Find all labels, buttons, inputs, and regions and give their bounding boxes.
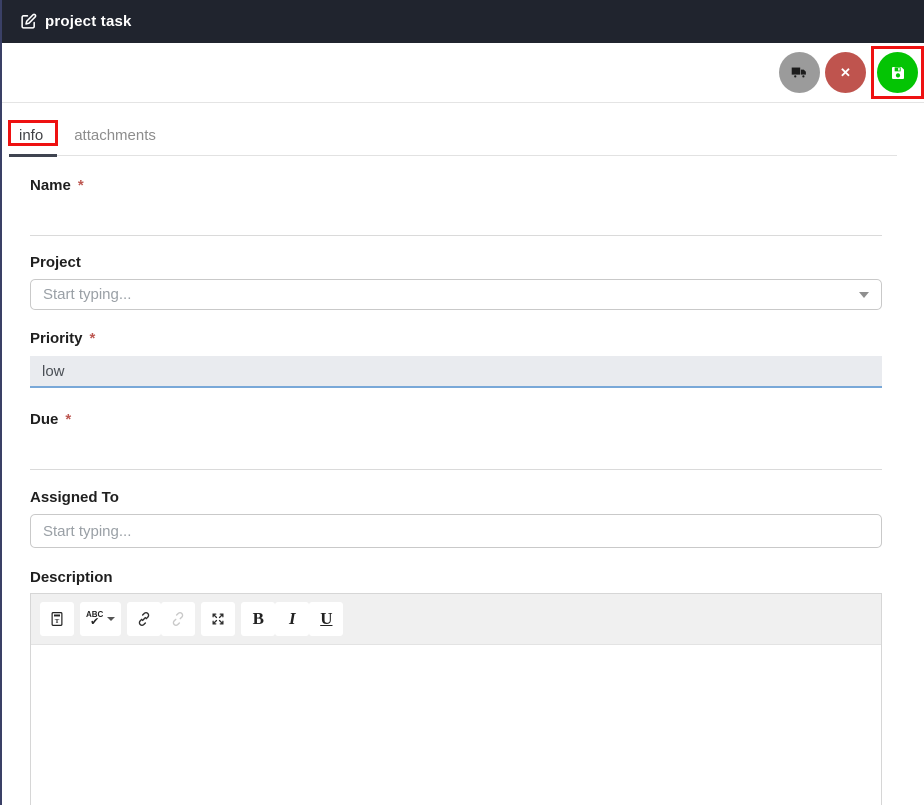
- close-icon: ✕: [840, 65, 851, 81]
- priority-value: low: [42, 363, 65, 380]
- tab-attachments[interactable]: attachments: [74, 121, 156, 156]
- required-marker: *: [90, 330, 96, 347]
- italic-button[interactable]: I: [275, 602, 309, 636]
- description-editor: T ABC ✔: [30, 593, 882, 805]
- actionbar: ✕: [2, 43, 924, 103]
- toolbar-group-fullscreen: [201, 602, 235, 636]
- unlink-button[interactable]: [161, 602, 195, 636]
- edit-pencil-square-icon: [20, 13, 37, 30]
- field-description: Description T: [30, 569, 882, 805]
- spellcheck-icon: ABC ✔: [86, 611, 103, 628]
- toolbar-group-link: [127, 602, 195, 636]
- field-project: Project: [30, 254, 882, 310]
- toolbar-group-paste: T: [40, 602, 74, 636]
- migrate-button[interactable]: [779, 52, 820, 93]
- caret-down-icon: [107, 617, 115, 621]
- toolbar-group-format: B I U: [241, 602, 343, 636]
- field-name: Name *: [30, 177, 882, 236]
- tab-info[interactable]: info: [19, 121, 43, 156]
- save-floppy-icon: [890, 65, 906, 81]
- underline-icon: U: [320, 609, 332, 629]
- field-priority: Priority * low: [30, 330, 882, 388]
- tab-attachments-label: attachments: [74, 127, 156, 144]
- tab-bar: info attachments: [2, 103, 924, 156]
- save-button[interactable]: [877, 52, 918, 93]
- spellcheck-button[interactable]: ABC ✔: [80, 602, 121, 636]
- description-editor-body[interactable]: [31, 645, 881, 805]
- bold-button[interactable]: B: [241, 602, 275, 636]
- caret-down-icon[interactable]: [859, 292, 869, 298]
- assigned-to-label: Assigned To: [30, 489, 882, 506]
- field-due: Due *: [30, 411, 882, 470]
- required-marker: *: [78, 177, 84, 194]
- name-input[interactable]: [30, 194, 882, 236]
- project-task-window: project task ✕: [0, 0, 924, 805]
- cancel-button[interactable]: ✕: [825, 52, 866, 93]
- priority-select[interactable]: low: [30, 356, 882, 388]
- form-content: Name * Project Priority * low: [2, 156, 924, 805]
- assigned-to-input[interactable]: [30, 514, 882, 548]
- due-input[interactable]: [30, 428, 882, 470]
- svg-text:T: T: [55, 618, 60, 625]
- fullscreen-icon: [209, 610, 227, 628]
- toolbar-group-spellcheck: ABC ✔: [80, 602, 121, 636]
- project-input[interactable]: [30, 279, 882, 310]
- project-label: Project: [30, 254, 882, 271]
- required-marker: *: [65, 411, 71, 428]
- paste-as-text-button[interactable]: T: [40, 602, 74, 636]
- name-label: Name *: [30, 177, 882, 194]
- description-label: Description: [30, 569, 882, 586]
- bold-icon: B: [253, 609, 264, 629]
- priority-label: Priority *: [30, 330, 882, 347]
- truck-icon: [791, 64, 808, 81]
- active-tab-indicator: [9, 154, 57, 157]
- paste-as-text-icon: T: [48, 610, 66, 628]
- save-button-annotation-box: [871, 46, 924, 99]
- page-title: project task: [45, 13, 132, 30]
- titlebar: project task: [2, 0, 924, 43]
- unlink-icon: [169, 610, 187, 628]
- fullscreen-button[interactable]: [201, 602, 235, 636]
- link-icon: [135, 610, 153, 628]
- link-button[interactable]: [127, 602, 161, 636]
- info-tab-annotation-box: [8, 120, 58, 146]
- due-label: Due *: [30, 411, 882, 428]
- editor-toolbar: T ABC ✔: [31, 594, 881, 645]
- underline-button[interactable]: U: [309, 602, 343, 636]
- italic-icon: I: [289, 609, 296, 629]
- field-assigned-to: Assigned To: [30, 489, 882, 548]
